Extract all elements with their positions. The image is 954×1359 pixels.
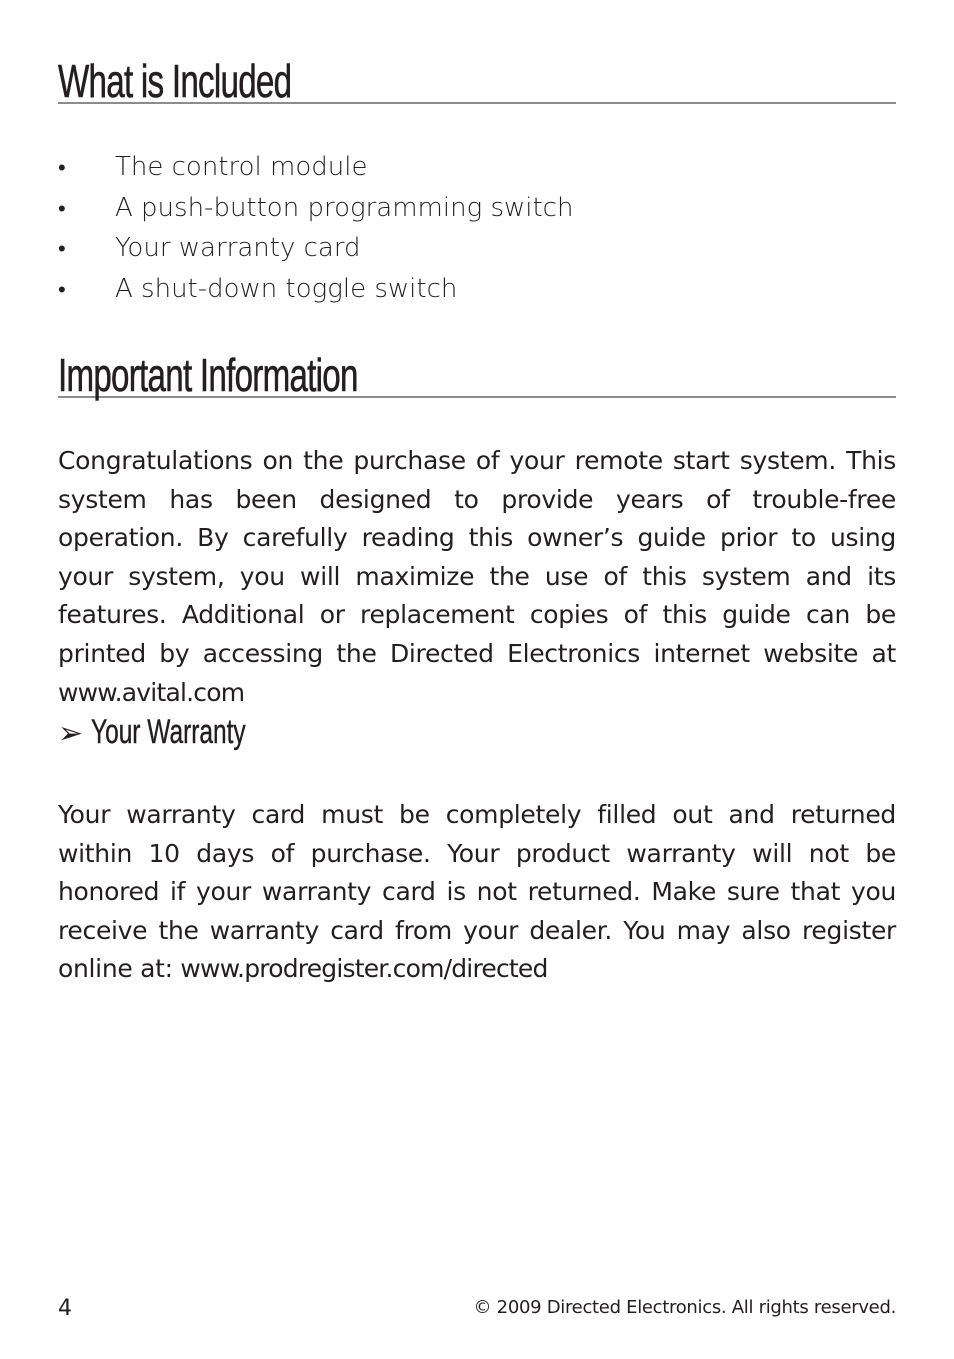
bullet-icon: •: [58, 277, 66, 303]
section-heading-important: Important Information: [58, 352, 896, 398]
bullet-icon: •: [58, 196, 66, 222]
list-item-text: The control module: [115, 152, 368, 182]
copyright-notice: © 2009 Directed Electronics. All rights …: [473, 1297, 897, 1318]
included-items-list: • The control module • A push-button progr…: [58, 148, 573, 310]
paragraph-text: Congratulations on the purchase of your …: [58, 446, 896, 668]
subheading-your-warranty: ➢ Your Warranty: [58, 712, 306, 752]
important-information-paragraph: Congratulations on the purchase of your …: [58, 442, 896, 712]
page-number: 4: [58, 1296, 72, 1321]
warranty-paragraph: Your warranty card must be completely fi…: [58, 796, 896, 989]
list-item-text: A push-button programming switch: [115, 192, 574, 223]
prodregister-link[interactable]: www.prodregister.com/directed: [180, 954, 548, 983]
subheading-text: Your Warranty: [91, 713, 246, 751]
arrow-right-icon: ➢: [58, 716, 84, 751]
heading-what-is-included: What is Included: [58, 55, 292, 107]
list-item: • A push-button programming switch: [58, 189, 573, 230]
list-item-text: A shut-down toggle switch: [115, 273, 458, 304]
list-item: • A shut-down toggle switch: [58, 270, 573, 311]
list-item-text: Your warranty card: [115, 233, 361, 263]
avital-website-link[interactable]: www.avital.com: [58, 678, 245, 707]
list-item: • Your warranty card: [58, 229, 573, 270]
section-heading-included: What is Included: [58, 58, 896, 104]
heading-important-information: Important Information: [58, 349, 359, 401]
bullet-icon: •: [58, 237, 66, 262]
list-item: • The control module: [58, 148, 573, 189]
bullet-icon: •: [58, 156, 66, 181]
